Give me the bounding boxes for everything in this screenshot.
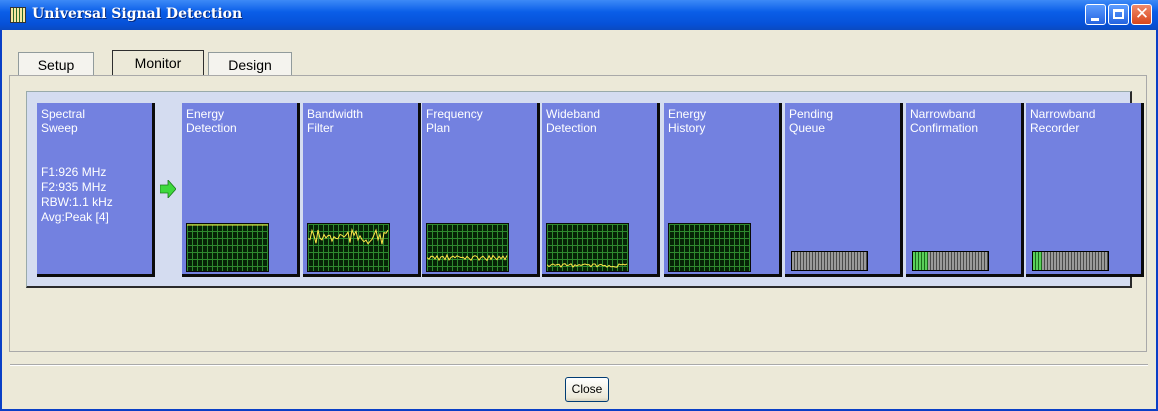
stage-card[interactable]: Spectral Sweep F1:926 MHz F2:935 MHz RBW:… xyxy=(37,103,155,277)
window-title: Universal Signal Detection xyxy=(32,6,243,22)
spectrum-scope xyxy=(186,223,269,272)
footer-divider xyxy=(10,364,1148,366)
maximize-button[interactable] xyxy=(1108,4,1129,25)
stage-title: Bandwidth Filter xyxy=(307,107,364,135)
stage-card[interactable]: Pending Queue xyxy=(785,103,903,277)
spectrum-scope xyxy=(307,223,390,272)
stage-card[interactable]: Frequency Plan xyxy=(422,103,540,277)
spectrum-trace xyxy=(427,253,508,262)
queue-level-bar xyxy=(912,251,989,271)
close-button[interactable]: Close xyxy=(565,377,609,402)
stage-card[interactable]: Narrowband Recorder xyxy=(1026,103,1144,277)
stage-title: Frequency Plan xyxy=(426,107,483,135)
spectrum-scope xyxy=(668,223,751,272)
spectrum-scope xyxy=(426,223,509,272)
app-spectrum-icon xyxy=(10,7,26,23)
minimize-button[interactable] xyxy=(1085,4,1106,25)
stage-card[interactable]: Energy History xyxy=(664,103,782,277)
stage-card[interactable]: Energy Detection xyxy=(182,103,300,277)
spectrum-trace xyxy=(547,263,628,268)
stage-title: Wideband Detection xyxy=(546,107,601,135)
stage-title: Energy Detection xyxy=(186,107,237,135)
close-icon: ✕ xyxy=(1134,4,1150,24)
stage-title: Narrowband Recorder xyxy=(1030,107,1096,135)
spectrum-trace xyxy=(308,227,389,245)
tab-monitor[interactable]: Monitor xyxy=(112,50,204,76)
sweep-settings: F1:926 MHz F2:935 MHz RBW:1.1 kHz Avg:Pe… xyxy=(41,165,113,224)
stage-card[interactable]: Bandwidth Filter xyxy=(303,103,421,277)
stage-title: Energy History xyxy=(668,107,707,135)
stage-title: Narrowband Confirmation xyxy=(910,107,979,135)
close-window-button[interactable]: ✕ xyxy=(1131,4,1152,25)
queue-level-fill xyxy=(913,252,928,270)
stage-card[interactable]: Wideband Detection xyxy=(542,103,660,277)
title-bar[interactable]: Universal Signal Detection ✕ xyxy=(0,0,1158,30)
minimize-icon xyxy=(1091,18,1099,21)
maximize-icon xyxy=(1113,9,1124,19)
stage-title: Pending Queue xyxy=(789,107,834,135)
queue-level-fill xyxy=(1033,252,1042,270)
queue-level-bar xyxy=(1032,251,1109,271)
spectrum-scope xyxy=(546,223,629,272)
stage-title: Spectral Sweep xyxy=(41,107,86,135)
queue-level-bar xyxy=(791,251,868,271)
tab-design[interactable]: Design xyxy=(208,52,292,76)
stage-card[interactable]: Narrowband Confirmation xyxy=(906,103,1024,277)
tab-setup[interactable]: Setup xyxy=(18,52,94,76)
green-arrow-right-icon xyxy=(160,180,176,198)
